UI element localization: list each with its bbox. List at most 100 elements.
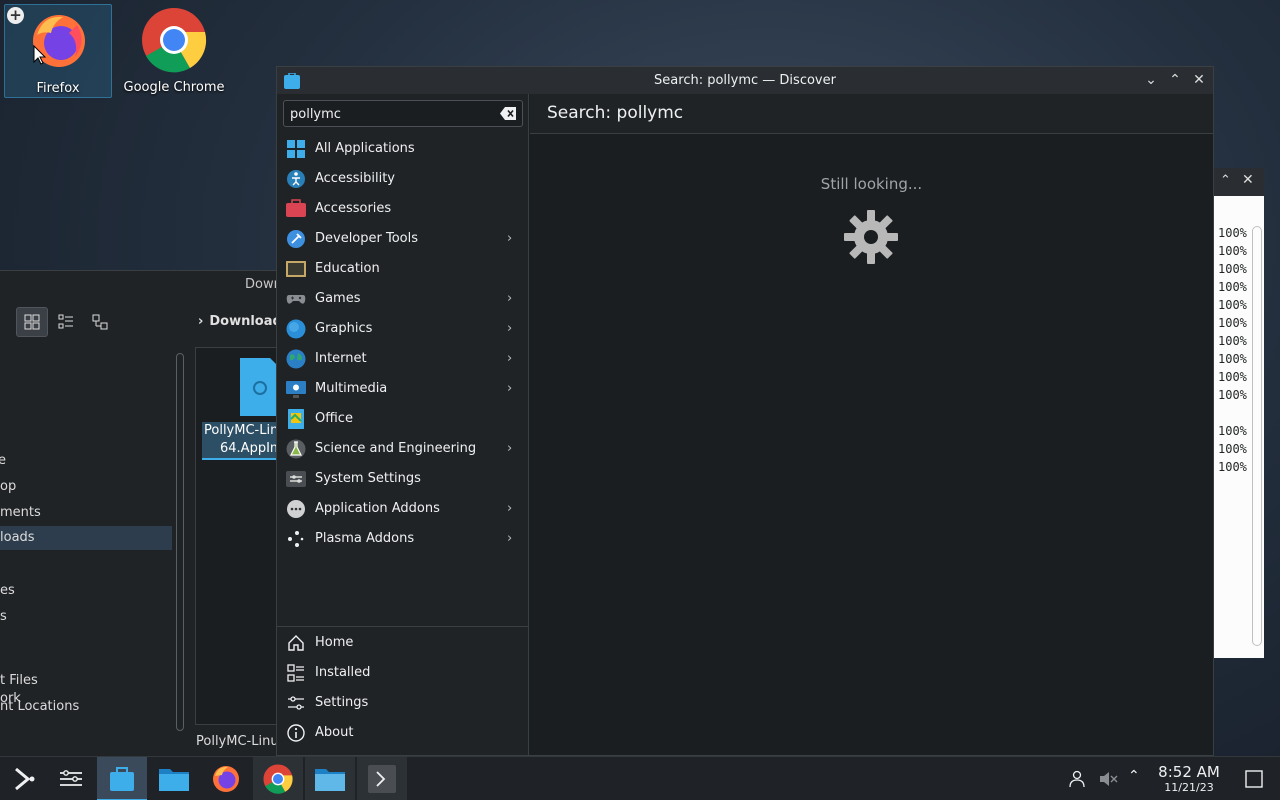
chevron-right-icon: › bbox=[507, 351, 513, 366]
category-label: Graphics bbox=[315, 321, 373, 336]
show-desktop-icon[interactable] bbox=[1245, 770, 1263, 788]
science-icon bbox=[286, 439, 306, 459]
nav-home[interactable]: Home bbox=[277, 628, 529, 658]
category-system-settings[interactable]: System Settings bbox=[277, 464, 529, 494]
terminal-line: 100% bbox=[1218, 244, 1247, 258]
breadcrumb-item: Download bbox=[209, 314, 282, 329]
category-education[interactable]: Education bbox=[277, 254, 529, 284]
user-icon[interactable] bbox=[1068, 770, 1086, 788]
category-label: Internet bbox=[315, 351, 367, 366]
application-launcher-button[interactable] bbox=[0, 757, 50, 800]
nav-about[interactable]: About bbox=[277, 718, 529, 748]
chevron-right-icon: › bbox=[198, 314, 204, 329]
file-manager-window: Down › Download e op ments loads es s ork… bbox=[0, 270, 290, 756]
task-manager-button[interactable] bbox=[46, 757, 96, 800]
chrome-icon bbox=[142, 8, 207, 73]
breadcrumb[interactable]: › Download bbox=[198, 314, 282, 329]
category-developer-tools[interactable]: Developer Tools › bbox=[277, 224, 529, 254]
taskbar-dolphin[interactable] bbox=[305, 757, 355, 800]
place-item-downloads[interactable]: loads bbox=[0, 526, 172, 550]
terminal-line: 100% bbox=[1218, 442, 1247, 456]
minimize-button[interactable]: ⌄ bbox=[1141, 70, 1161, 90]
graphics-icon bbox=[286, 319, 306, 339]
desktop-icon-chrome[interactable]: Google Chrome bbox=[120, 4, 228, 98]
taskbar-discover[interactable] bbox=[97, 757, 147, 800]
category-science[interactable]: Science and Engineering › bbox=[277, 434, 529, 464]
clock[interactable]: 8:52 AM 11/21/23 bbox=[1156, 763, 1222, 794]
category-internet[interactable]: Internet › bbox=[277, 344, 529, 374]
category-label: Application Addons bbox=[315, 501, 440, 516]
education-icon bbox=[286, 261, 306, 277]
application-launcher-icon bbox=[15, 767, 35, 791]
file-name-line1: PollyMC-Linu bbox=[204, 423, 282, 438]
busy-gear-icon bbox=[844, 210, 898, 264]
category-application-addons[interactable]: Application Addons › bbox=[277, 494, 529, 524]
accessibility-icon bbox=[287, 170, 305, 188]
close-icon: ✕ bbox=[1193, 72, 1205, 88]
scrollbar[interactable] bbox=[176, 353, 184, 731]
desktop-icon-firefox[interactable]: + Firefox bbox=[4, 4, 112, 98]
close-icon[interactable]: ✕ bbox=[1242, 172, 1254, 188]
category-label: Games bbox=[315, 291, 361, 306]
chevron-up-icon[interactable]: ⌃ bbox=[1128, 768, 1140, 784]
terminal-output[interactable]: 100% 100% 100% 100% 100% 100% 100% 100% … bbox=[1214, 196, 1264, 658]
taskbar-firefox[interactable] bbox=[201, 757, 251, 800]
category-accessories[interactable]: Accessories bbox=[277, 194, 529, 224]
list-view-icon bbox=[58, 314, 73, 329]
category-label: System Settings bbox=[315, 471, 421, 486]
home-icon bbox=[288, 635, 304, 651]
developer-tools-icon bbox=[287, 230, 305, 248]
category-games[interactable]: Games › bbox=[277, 284, 529, 314]
firefox-icon bbox=[213, 766, 239, 792]
chevron-right-icon: › bbox=[507, 381, 513, 396]
add-icon[interactable]: + bbox=[7, 7, 24, 24]
category-multimedia[interactable]: Multimedia › bbox=[277, 374, 529, 404]
maximize-button[interactable]: ⌃ bbox=[1165, 70, 1185, 90]
chevron-right-icon: › bbox=[507, 321, 513, 336]
nav-installed[interactable]: Installed bbox=[277, 658, 529, 688]
category-office[interactable]: Office bbox=[277, 404, 529, 434]
discover-icon bbox=[110, 767, 134, 791]
sidebar-separator bbox=[277, 626, 529, 627]
place-item[interactable]: t Files bbox=[0, 669, 172, 693]
category-plasma-addons[interactable]: Plasma Addons › bbox=[277, 524, 529, 554]
category-graphics[interactable]: Graphics › bbox=[277, 314, 529, 344]
place-item[interactable]: s bbox=[0, 605, 172, 629]
icons-view-button[interactable] bbox=[16, 307, 48, 337]
installed-icon bbox=[287, 664, 304, 682]
nav-settings[interactable]: Settings bbox=[277, 688, 529, 718]
window-titlebar[interactable]: Search: pollymc — Discover ⌄ ⌃ ✕ bbox=[277, 67, 1213, 94]
window-title: Search: pollymc — Discover bbox=[654, 73, 836, 88]
taskbar-file-manager[interactable] bbox=[149, 757, 199, 800]
chevron-right-icon: › bbox=[507, 291, 513, 306]
place-item[interactable]: op bbox=[0, 475, 172, 499]
maximize-icon[interactable]: ⌃ bbox=[1220, 173, 1231, 188]
terminal-line: 100% bbox=[1218, 424, 1247, 438]
place-item[interactable]: es bbox=[0, 579, 172, 603]
settings-icon bbox=[288, 696, 304, 710]
details-view-button[interactable] bbox=[50, 307, 82, 337]
desktop-icon-label: Google Chrome bbox=[123, 80, 225, 95]
clock-date: 11/21/23 bbox=[1164, 781, 1214, 794]
category-label: All Applications bbox=[315, 141, 415, 156]
search-input[interactable] bbox=[290, 104, 490, 124]
clear-text-icon[interactable] bbox=[500, 107, 516, 120]
tree-view-button[interactable] bbox=[84, 307, 116, 337]
terminal-line: 100% bbox=[1218, 298, 1247, 312]
mouse-cursor-icon bbox=[33, 45, 47, 65]
file-name-line2: 64.AppIm bbox=[220, 441, 282, 456]
chrome-icon bbox=[263, 764, 293, 794]
chevron-right-icon: › bbox=[507, 441, 513, 456]
volume-muted-icon[interactable] bbox=[1098, 770, 1118, 788]
close-button[interactable]: ✕ bbox=[1189, 70, 1209, 90]
taskbar-konsole[interactable] bbox=[357, 757, 407, 800]
taskbar-chrome[interactable] bbox=[253, 757, 303, 800]
category-all-applications[interactable]: All Applications bbox=[277, 134, 529, 164]
place-item[interactable]: nt Locations bbox=[0, 695, 172, 719]
terminal-scrollbar[interactable] bbox=[1252, 226, 1262, 646]
place-item[interactable]: e bbox=[0, 449, 170, 473]
category-accessibility[interactable]: Accessibility bbox=[277, 164, 529, 194]
search-field[interactable] bbox=[283, 100, 523, 127]
file-item-pollymc[interactable]: PollyMC-Linu 64.AppIm bbox=[202, 422, 282, 460]
place-item[interactable]: ments bbox=[0, 501, 172, 525]
